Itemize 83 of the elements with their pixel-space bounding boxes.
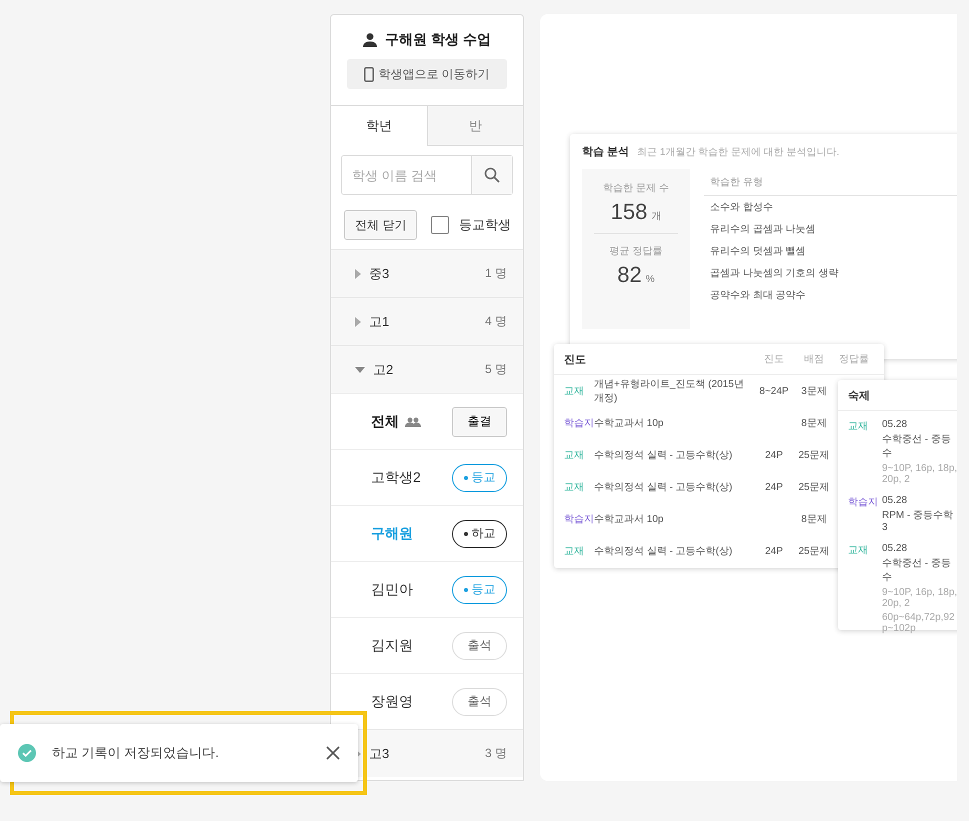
book-name: 수학교과서 10p [594,417,664,430]
caret-right-icon[interactable] [355,268,361,278]
status-button[interactable]: 출석 [452,688,507,716]
book-name: 개념+유형라이트_진도책 (2015년 개정) [594,378,745,405]
table-cell-text: 8~24P [758,386,790,396]
checkbox-label: 등교학생 [459,216,511,234]
grade-group-row[interactable]: 고2 5 명 [331,345,523,393]
student-app-button[interactable]: 학생앱으로 이동하기 [347,59,507,89]
type-item: 곱셈과 나눗셈의 기호의 생략 [709,267,840,281]
table-cell-text: 24P [764,546,784,556]
tag-label: 교재 [848,544,869,558]
table-cell-text: 25문제 [797,481,831,494]
phone-icon [364,66,374,82]
table-cell-text: 24P [764,450,784,460]
table-cell-text: 24P [764,482,784,492]
page-list: 60p~64p,72p,92p~102p [882,612,957,634]
student-name[interactable]: 김지원 [371,636,452,654]
tag-label: 교재 [564,481,585,494]
tag-label: 교재 [564,385,585,398]
grade-group-row[interactable]: 고1 4 명 [331,297,523,345]
column-header: 정답률 [838,353,870,366]
table-cell-text: 25문제 [797,545,831,558]
book-name: 수학의정석 실력 - 고등수학(상) [594,449,734,462]
column-header: 학습한 유형 [704,169,957,196]
toast-message: 하교 기록이 저장되었습니다. [52,744,220,762]
due-date: 05.28 [882,543,908,554]
tag-label: 학습지 [564,417,594,430]
stat-unit: 개 [651,210,662,223]
card-title: 학습 분석 [582,145,630,159]
checkbox[interactable] [431,216,449,234]
column-header: 진도 [763,353,785,366]
card-subtitle: 최근 1개월간 학습한 문제에 대한 분석입니다. [637,146,840,159]
page-list: 9~10P, 16p, 18p, 20p, 2 [882,463,957,485]
all-students-label[interactable]: 전체 [371,412,399,430]
check-circle-icon [18,744,36,762]
table-cell-text: 3문제 [800,385,828,398]
search-button[interactable] [471,156,512,194]
type-item: 유리수의 덧셈과 뺄셈 [709,245,807,259]
close-button[interactable] [326,746,340,760]
search-input[interactable]: 학생 이름 검색 [342,156,471,194]
people-icon [405,416,421,426]
stat-label: 평균 정답률 [610,245,662,258]
book-name: 수학의정석 실력 - 고등수학(상) [594,481,734,494]
type-item: 유리수의 곱셈과 나눗셈 [709,223,817,237]
tag-label: 교재 [564,449,585,462]
status-button[interactable]: 하교 [452,520,507,548]
card-title: 숙제 [848,388,870,402]
collapse-all-button[interactable]: 전체 닫기 [344,210,418,240]
student-name[interactable]: 고학생2 [371,468,452,486]
tag-label: 학습지 [848,496,878,510]
homework-name: 수학중선 - 중등수 [882,557,952,584]
stat-unit: % [646,274,655,285]
stat-value: 82 [617,262,642,288]
table-cell-text: 25문제 [797,449,831,462]
table-cell-text: 8문제 [800,513,828,526]
stat-label: 학습한 문제 수 [603,182,669,195]
person-icon [363,33,378,47]
card-title: 진도 [564,352,587,366]
type-item: 소수와 합성수 [709,201,774,215]
stat-value: 158 [610,199,648,225]
page-list: 9~10P, 16p, 18p, 20p, 2 [882,587,957,609]
column-header: 배점 [803,353,825,366]
homework-name: 수학중선 - 중등수 [882,433,952,460]
student-name[interactable]: 장원영 [371,692,452,710]
homework-name: RPM - 중등수학3 [882,509,954,533]
due-date: 05.28 [882,495,908,506]
student-name[interactable]: 김민아 [371,580,452,598]
table-cell-text: 8문제 [800,417,828,430]
attendance-button[interactable]: 출결 [452,406,507,436]
caret-down-icon[interactable] [355,366,365,372]
sidebar-title: 구해원 학생 수업 [385,31,491,49]
caret-right-icon[interactable] [355,316,361,326]
due-date: 05.28 [882,419,908,430]
grade-group-row[interactable]: 중3 1 명 [331,249,523,297]
tag-label: 교재 [564,545,585,558]
search-icon [484,167,500,183]
type-item: 공약수와 최대 공약수 [709,289,807,303]
book-name: 수학의정석 실력 - 고등수학(상) [594,545,734,558]
search-field[interactable]: 학생 이름 검색 [341,155,513,195]
book-name: 수학교과서 10p [594,513,664,526]
tag-label: 교재 [848,420,869,434]
status-button[interactable]: 출석 [452,632,507,660]
tag-label: 학습지 [564,513,594,526]
